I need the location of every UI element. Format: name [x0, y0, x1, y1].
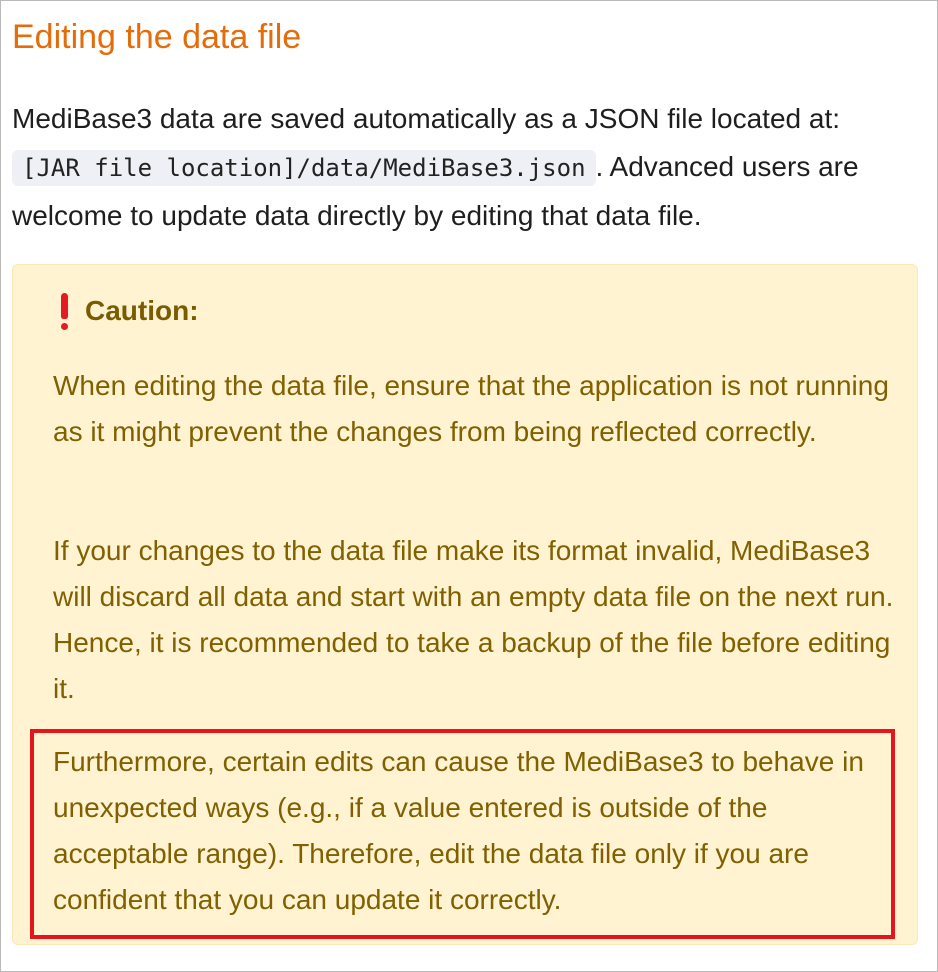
intro-text-before: MediBase3 data are saved automatically a…	[12, 103, 840, 134]
caution-paragraph: When editing the data file, ensure that …	[53, 370, 889, 447]
caution-title: Caution:	[85, 295, 199, 326]
caution-paragraph: If your changes to the data file make it…	[53, 535, 894, 704]
caution-paragraph-highlighted: Furthermore, certain edits can cause the…	[53, 746, 864, 915]
page-title: Editing the data file	[12, 18, 302, 56]
document-frame: Editing the data file MediBase3 data are…	[0, 0, 938, 972]
caution-header: Caution:	[59, 291, 199, 331]
intro-paragraph: MediBase3 data are saved automatically a…	[12, 95, 927, 240]
caution-callout: Caution: When editing the data file, ens…	[12, 264, 918, 945]
code-path: [JAR file location]/data/MediBase3.json	[12, 150, 596, 186]
exclamation-icon	[59, 291, 71, 331]
